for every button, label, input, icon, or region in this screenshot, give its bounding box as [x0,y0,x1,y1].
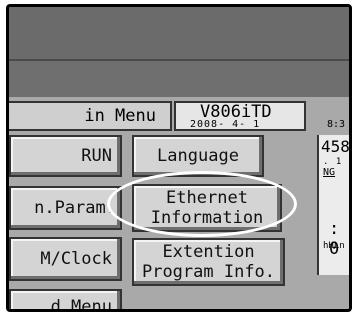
date-clock-button[interactable]: M/Clock [9,237,122,281]
info-sub: . 1 . [323,157,352,167]
main-menu-title: in Menu [9,101,172,131]
ethernet-label-line1: Ethernet [166,188,248,208]
bottom-menu-button-label: d Menu [50,297,112,312]
info-ng: NG [323,167,336,178]
language-button[interactable]: Language [132,135,264,177]
comm-param-button-label: n.Param. [34,198,116,218]
info-hl: hHLn [323,241,345,251]
run-button-label: RUN [81,146,112,166]
clock-time: 8:3 [327,119,346,130]
model-info-panel: V806iTD 2008- 4- 1 [174,101,306,131]
run-button[interactable]: RUN [9,135,122,177]
comm-param-button[interactable]: n.Param. [9,186,122,230]
secondary-bar [9,59,349,99]
ethernet-label-line2: Information [150,208,264,228]
main-menu-label: in Menu [84,106,156,126]
bottom-menu-button[interactable]: d Menu [9,289,122,312]
device-frame: in Menu V806iTD 2008- 4- 1 8:3 RUN Langu… [6,4,352,312]
info-value: : 0 [329,219,340,259]
extension-program-info-button[interactable]: Extention Program Info. [132,238,285,286]
model-date: 2008- 4- 1 [190,119,261,130]
language-button-label: Language [157,146,239,166]
menu-screen: in Menu V806iTD 2008- 4- 1 8:3 RUN Langu… [9,97,352,312]
top-status-bar [9,7,349,59]
extension-label-line1: Extention [162,242,255,262]
extension-label-line2: Program Info. [141,262,276,282]
info-number: 4587 [321,137,350,156]
status-info-panel: 4587 . 1 . NG : 0 hHLn [317,135,352,275]
date-clock-button-label: M/Clock [40,249,112,269]
ethernet-information-button[interactable]: Ethernet Information [132,184,282,232]
